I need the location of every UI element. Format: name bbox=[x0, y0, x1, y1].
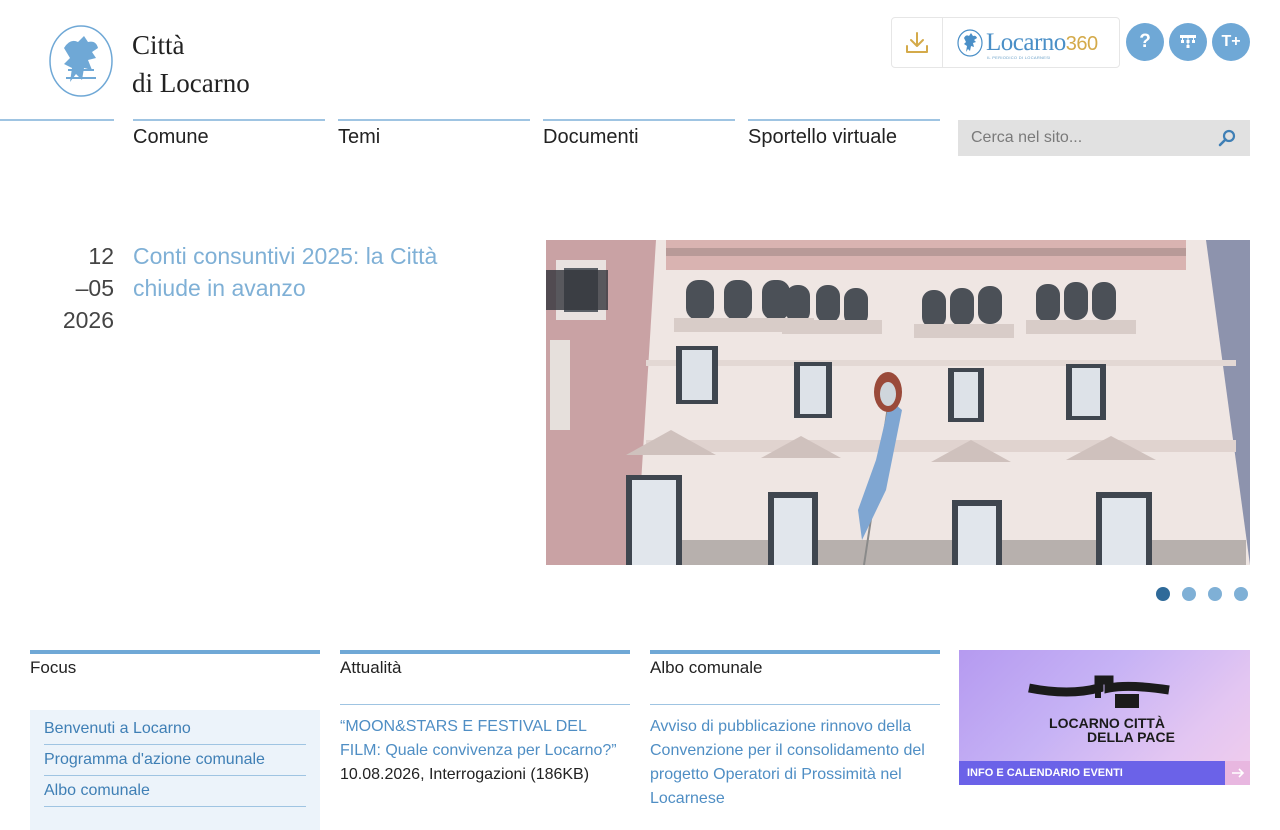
albo-column: Albo comunale Avviso di pubblicazione ri… bbox=[650, 650, 940, 811]
hero-date: 12 –05 2026 bbox=[50, 240, 114, 336]
carousel-dots bbox=[1156, 587, 1248, 601]
download-icon bbox=[906, 31, 928, 53]
nav-divider bbox=[338, 119, 530, 121]
arrow-right-icon bbox=[1231, 768, 1244, 778]
sitemap-button[interactable] bbox=[1169, 23, 1207, 61]
attualita-title: Attualità bbox=[340, 650, 630, 698]
locarno360-word: Locarno360 bbox=[986, 28, 1098, 56]
locarno360-link[interactable]: Locarno360 IL PERIODICO DI LOCARNESI bbox=[943, 18, 1119, 67]
carousel-dot-1[interactable] bbox=[1156, 587, 1170, 601]
attualita-column: Attualità “MOON&STARS E FESTIVAL DEL FIL… bbox=[340, 650, 630, 787]
hero-date-day: 12 bbox=[88, 243, 114, 269]
promo-line1: LOCARNO CITTÀ bbox=[1049, 715, 1165, 731]
nav-divider bbox=[748, 119, 940, 121]
attualita-item-link[interactable]: “MOON&STARS E FESTIVAL DEL FILM: Quale c… bbox=[340, 715, 630, 763]
focus-title: Focus bbox=[30, 650, 320, 704]
text-size-icon: T+ bbox=[1221, 33, 1241, 50]
carousel-dot-4[interactable] bbox=[1234, 587, 1248, 601]
nav-item-documenti[interactable]: Documenti bbox=[543, 126, 639, 149]
lion-emblem-icon bbox=[49, 25, 113, 97]
logo-line1: Città bbox=[132, 30, 185, 60]
nav-divider bbox=[543, 119, 735, 121]
download-button[interactable] bbox=[892, 18, 943, 67]
promo-text: LOCARNO CITTÀ DELLA PACE bbox=[1027, 716, 1187, 744]
hero-date-year: 2026 bbox=[62, 307, 114, 333]
promo-footer: INFO E CALENDARIO EVENTI bbox=[959, 761, 1225, 785]
focus-item-programma[interactable]: Programma d'azione comunale bbox=[44, 745, 306, 776]
help-button[interactable]: ? bbox=[1126, 23, 1164, 61]
sitemap-icon bbox=[1180, 35, 1196, 48]
attualita-separator bbox=[340, 704, 630, 705]
search-icon[interactable] bbox=[1218, 129, 1236, 147]
focus-item-benvenuti[interactable]: Benvenuti a Locarno bbox=[44, 714, 306, 745]
search-input[interactable] bbox=[958, 128, 1223, 148]
nav-divider bbox=[133, 119, 325, 121]
hero-image[interactable] bbox=[546, 240, 1250, 565]
utility-box: Locarno360 IL PERIODICO DI LOCARNESI bbox=[891, 17, 1120, 68]
nav-divider bbox=[0, 119, 114, 121]
locarno360-num: 360 bbox=[1065, 32, 1098, 55]
carousel-dot-2[interactable] bbox=[1182, 587, 1196, 601]
help-icon: ? bbox=[1139, 31, 1151, 52]
nav-item-temi[interactable]: Temi bbox=[338, 126, 380, 149]
focus-column: Focus Benvenuti a Locarno Programma d'az… bbox=[30, 650, 320, 830]
promo-arrow-button[interactable] bbox=[1225, 761, 1250, 785]
building-photo bbox=[546, 240, 1250, 565]
text-size-button[interactable]: T+ bbox=[1212, 23, 1250, 61]
focus-list: Benvenuti a Locarno Programma d'azione c… bbox=[30, 710, 320, 830]
albo-title: Albo comunale bbox=[650, 650, 940, 698]
site-logo[interactable]: Città di Locarno bbox=[48, 24, 250, 98]
promo-banner[interactable]: LOCARNO CITTÀ DELLA PACE INFO E CALENDAR… bbox=[959, 650, 1250, 785]
hero-title-link[interactable]: Conti consuntivi 2025: la Città chiude i… bbox=[133, 240, 493, 304]
lion-emblem-small-icon bbox=[957, 28, 983, 57]
focus-item-albo[interactable]: Albo comunale bbox=[44, 776, 306, 807]
search-box bbox=[958, 120, 1250, 156]
peace-logo-icon bbox=[1028, 675, 1170, 708]
albo-item-link[interactable]: Avviso di pubblicazione rinnovo della Co… bbox=[650, 715, 940, 811]
nav-item-sportello-virtuale[interactable]: Sportello virtuale bbox=[748, 126, 897, 149]
logo-line2: di Locarno bbox=[132, 68, 250, 98]
albo-separator bbox=[650, 704, 940, 705]
carousel-dot-3[interactable] bbox=[1208, 587, 1222, 601]
logo-text: Città di Locarno bbox=[132, 26, 250, 102]
nav-item-comune[interactable]: Comune bbox=[133, 126, 209, 149]
hero-date-month: –05 bbox=[75, 275, 114, 301]
locarno360-subtitle: IL PERIODICO DI LOCARNESI bbox=[987, 55, 1051, 60]
promo-line2: DELLA PACE bbox=[1087, 729, 1175, 745]
attualita-item-meta: 10.08.2026, Interrogazioni (186KB) bbox=[340, 766, 590, 783]
